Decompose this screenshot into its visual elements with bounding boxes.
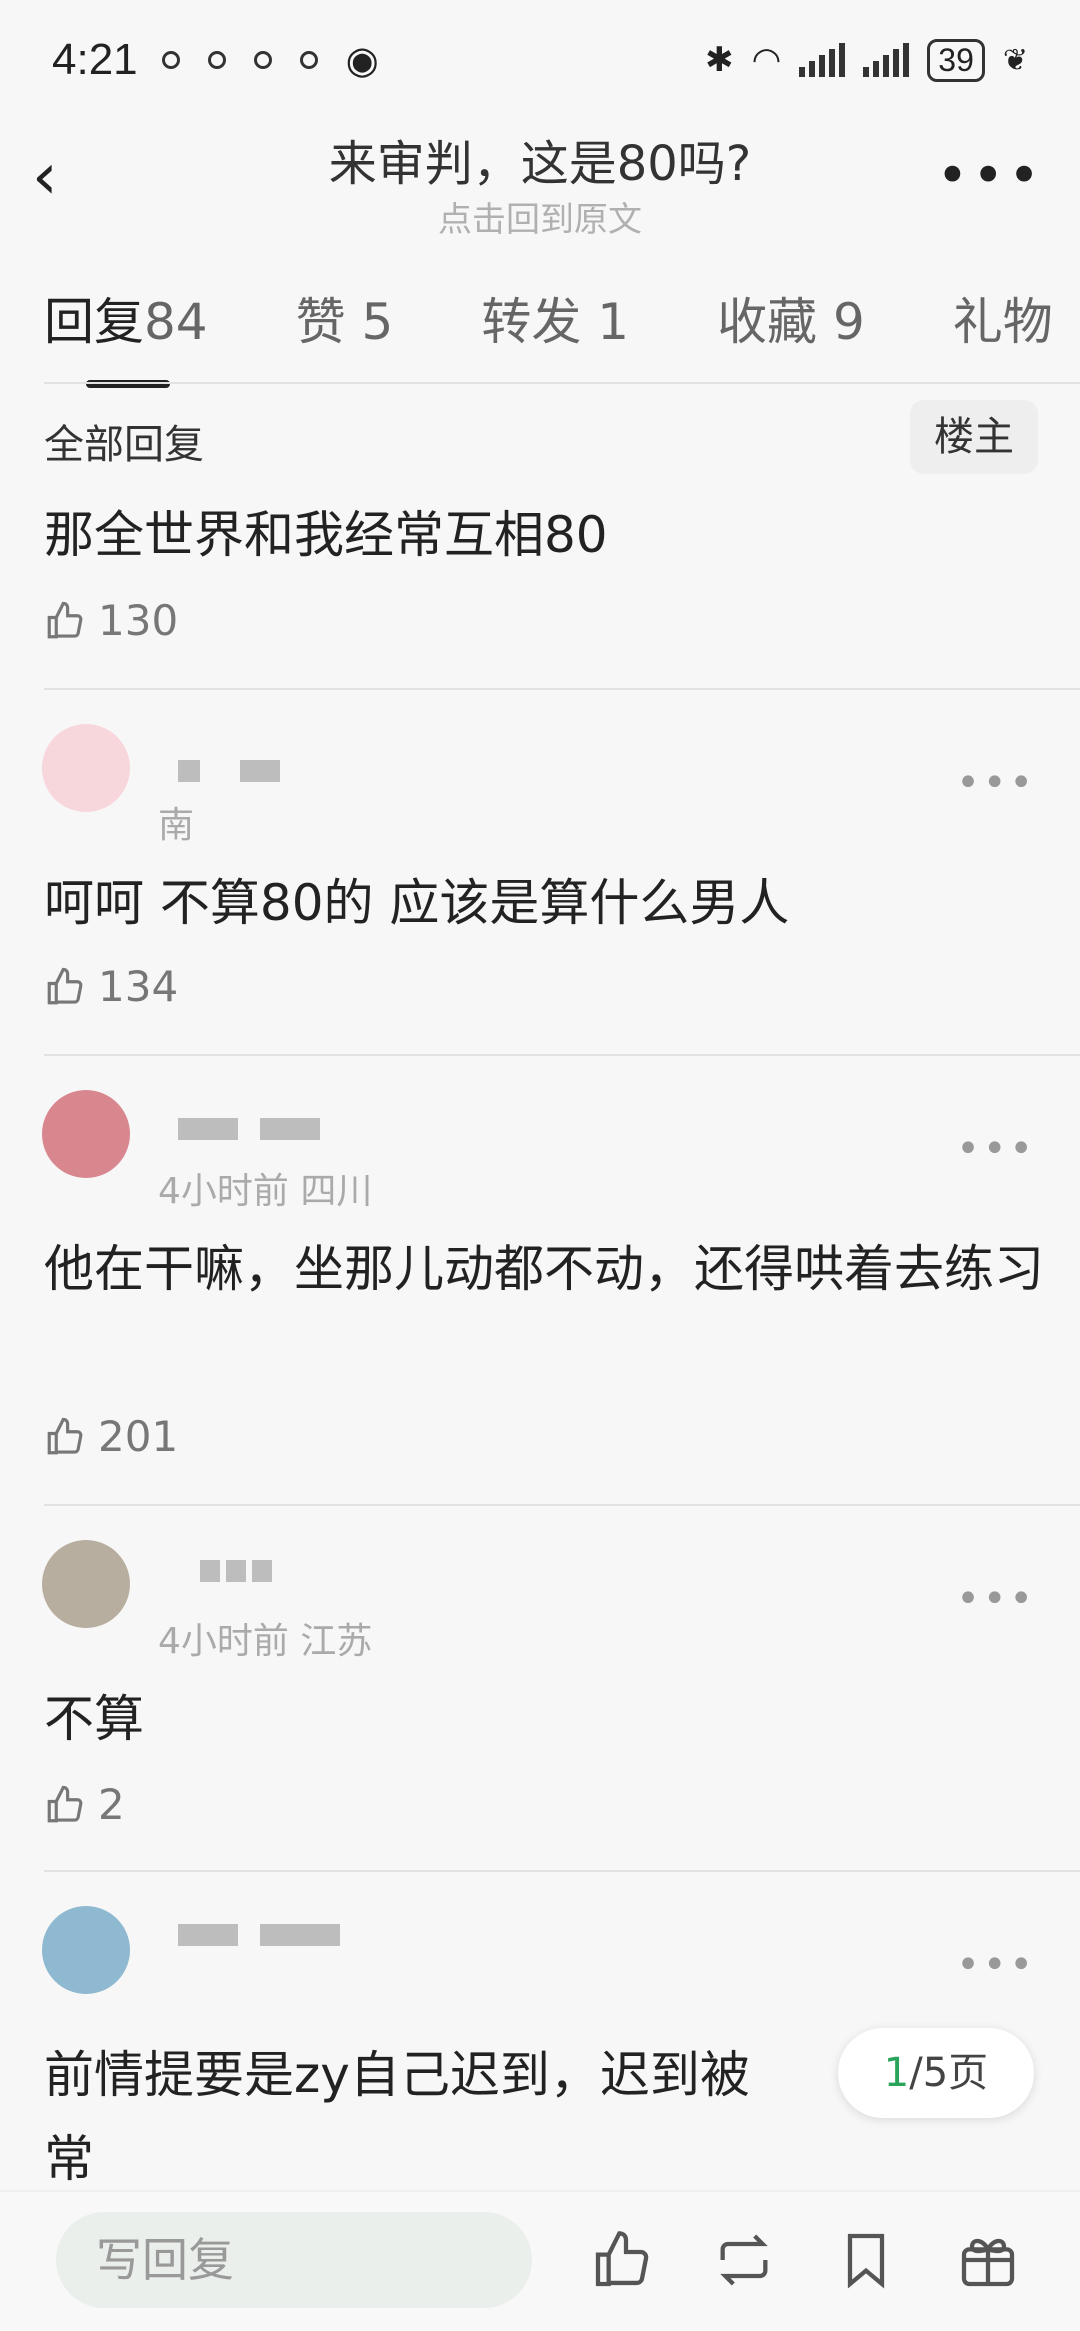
thumbs-up-icon [47,601,83,638]
signal-icon [799,43,846,77]
comment-text: 他在干嘛，坐那儿动都不动，还得哄着去练习 [44,1240,1044,1298]
comment-more-icon[interactable]: ••• [956,1126,1036,1172]
comment-more-icon[interactable]: ••• [956,1576,1036,1622]
op-only-button[interactable]: 楼主 [910,400,1038,474]
comment-more-icon[interactable]: ••• [956,1942,1036,1988]
bluetooth-icon: ✱ [705,40,734,80]
notification-icon [161,51,180,69]
username-pixelated [178,1924,340,1946]
battery-indicator: 39 [927,38,985,82]
like-count: 130 [98,596,179,645]
tab-bar: 回复84 赞 5 转发 1 收藏 9 礼物 [44,282,1053,392]
notification-icon [299,51,318,69]
status-bar: 4:21 ◉ ✱ ◠ 39 ❦ [0,0,1080,120]
divider [44,688,1080,690]
tab-reposts[interactable]: 转发 1 [481,282,629,392]
comment-meta: 4小时前 江苏 [158,1621,373,1662]
status-time: 4:21 [52,35,138,84]
avatar[interactable] [42,1906,130,1994]
thumbs-up-icon [47,1417,83,1454]
avatar[interactable] [42,1540,130,1628]
back-to-post-link[interactable]: 点击回到原文 [0,192,1080,241]
page-indicator[interactable]: 1/5页 [838,2028,1034,2118]
like-button[interactable]: 201 [44,1412,178,1461]
divider [44,382,1080,384]
tab-gifts[interactable]: 礼物 [953,282,1053,392]
comment-more-icon[interactable]: ••• [956,760,1036,806]
more-options-icon[interactable]: ••• [936,144,1044,207]
thumbs-up-icon [47,1785,83,1822]
comment-text: 那全世界和我经常互相80 [44,506,608,564]
thumbs-up-icon [47,967,83,1004]
like-button[interactable]: 134 [44,962,178,1011]
bookmark-icon[interactable] [834,2228,898,2292]
comment-meta: 南 [158,805,195,846]
comment-text: 不算 [44,1690,144,1748]
notification-icon [207,51,226,69]
all-replies-label: 全部回复 [44,422,204,468]
username-pixelated [178,1118,320,1140]
divider [44,1054,1080,1056]
repost-icon[interactable] [712,2228,776,2292]
leaf-icon: ❦ [1002,42,1028,78]
bottom-bar: 写回复 [0,2190,1080,2331]
eye-icon: ◉ [345,38,379,82]
like-button[interactable]: 2 [44,1780,125,1829]
comment-meta: 4小时前 四川 [158,1171,373,1212]
avatar[interactable] [42,724,130,812]
divider [44,1870,1080,1872]
tab-likes[interactable]: 赞 5 [296,282,394,392]
notification-icons: ◉ [161,38,379,82]
divider [44,1504,1080,1506]
like-button[interactable]: 130 [44,596,178,645]
avatar[interactable] [42,1090,130,1178]
tab-replies[interactable]: 回复84 [44,282,208,392]
like-post-icon[interactable] [590,2228,654,2292]
header: ‹ 来审判，这是80吗? 点击回到原文 ••• [0,120,1080,250]
page-title[interactable]: 来审判，这是80吗? [0,124,1080,194]
notification-icon [253,51,272,69]
reply-input[interactable]: 写回复 [56,2212,532,2308]
gift-icon[interactable] [956,2228,1020,2292]
username-pixelated [178,760,280,782]
username-pixelated [200,1560,272,1582]
comment-text: 呵呵 不算80的 应该是算什么男人 [44,874,790,932]
like-count: 201 [98,1412,179,1461]
comment-text-continued: 常 [44,2130,94,2188]
signal-icon [863,43,910,77]
like-count: 2 [98,1780,125,1829]
like-count: 134 [98,962,179,1011]
tab-favorites[interactable]: 收藏 9 [717,282,865,392]
wifi-icon: ◠ [751,40,782,80]
